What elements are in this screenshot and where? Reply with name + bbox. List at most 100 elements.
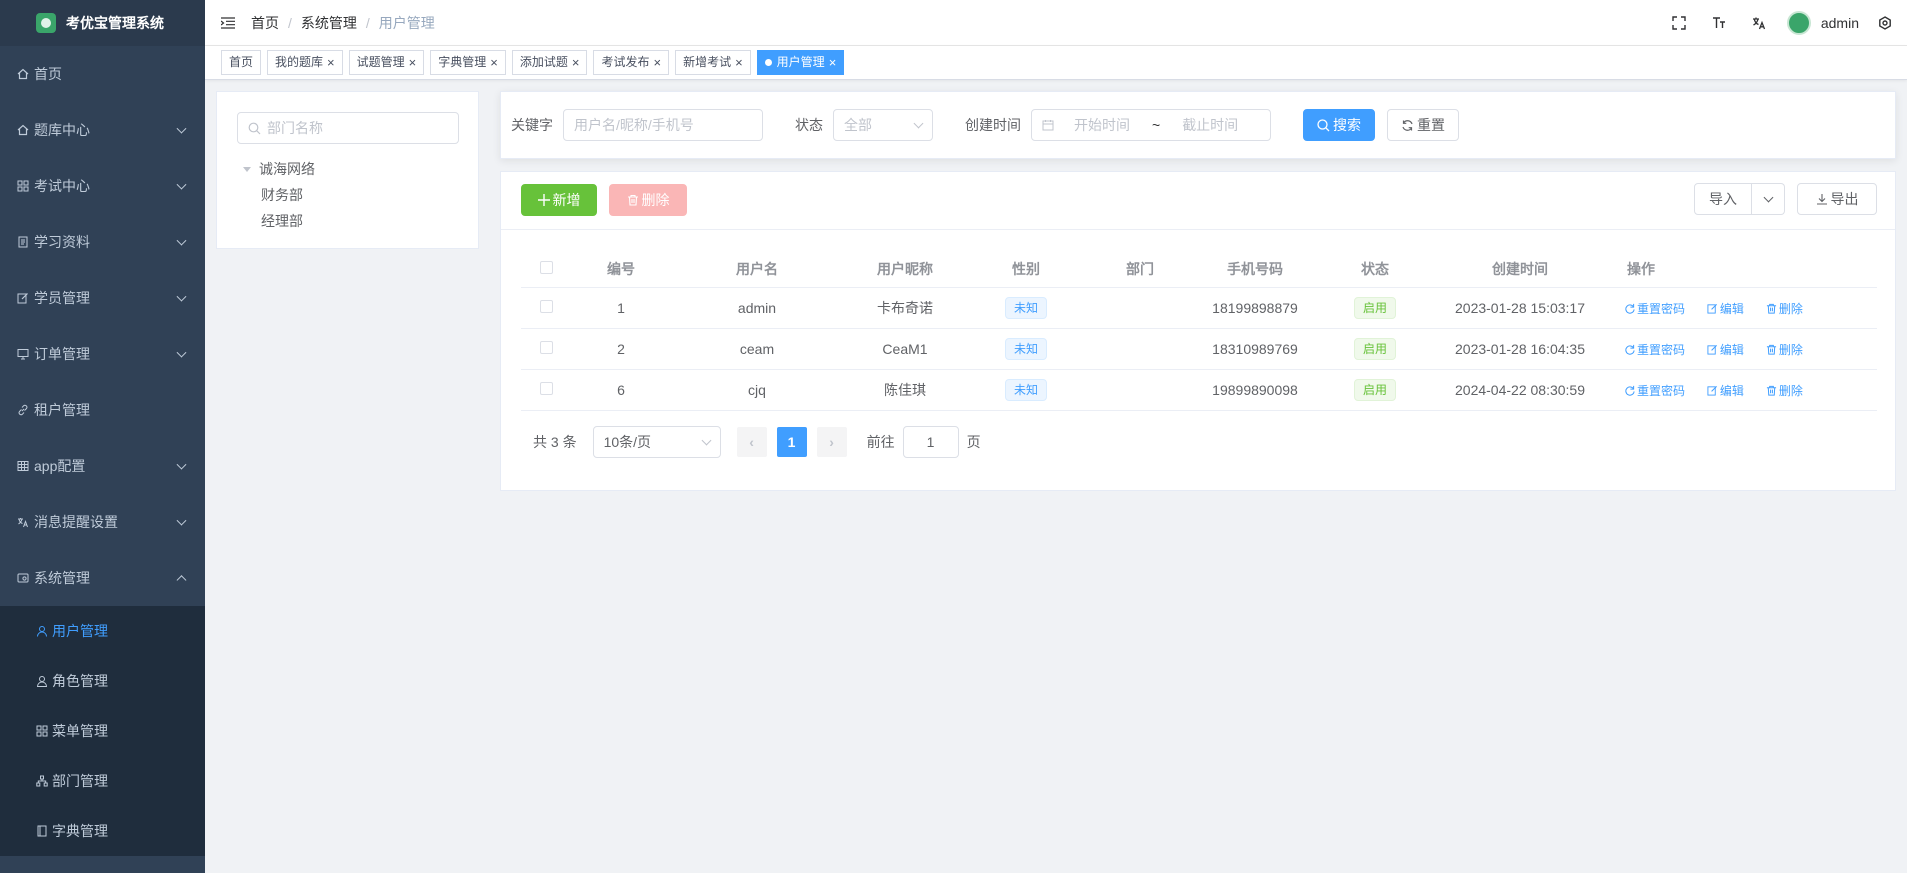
col-header-id[interactable]: 编号 — [571, 259, 671, 279]
page-size-select[interactable]: 10条/页 — [592, 426, 721, 458]
tags-view: 首页 我的题库 × 试题管理 × 字典管理 × 添加试题 × 考试发布 × 新增考试 × 用… — [205, 46, 1907, 80]
monitor-icon — [16, 347, 30, 361]
sidebar-item-exam-center[interactable]: 考试中心 — [0, 158, 205, 214]
chevron-down-icon — [176, 179, 187, 190]
select-all-checkbox[interactable] — [539, 260, 553, 274]
col-header-dept[interactable]: 部门 — [1085, 259, 1195, 279]
language-icon[interactable] — [1739, 0, 1779, 46]
table-row: 6 cjq 陈佳琪 未知 19899890098 启用 2024-04-22 0… — [521, 370, 1877, 411]
goto-page-field[interactable]: 1 — [902, 426, 959, 458]
chevron-down-icon — [176, 123, 187, 134]
breadcrumb-system[interactable]: 系统管理 — [301, 13, 357, 33]
tag-user-mgmt[interactable]: 用户管理 × — [756, 50, 845, 75]
caret-down-icon[interactable] — [243, 166, 251, 172]
start-date-placeholder[interactable]: 开始时间 — [1066, 115, 1138, 135]
goto-page-input[interactable]: 1 — [927, 434, 935, 450]
delete-link[interactable]: 删除 — [1766, 341, 1803, 358]
sidebar-item-tenants[interactable]: 租户管理 — [0, 382, 205, 438]
sidebar-item-label: 题库中心 — [34, 122, 90, 138]
reset-password-label: 重置密码 — [1637, 301, 1686, 316]
close-icon[interactable]: × — [572, 51, 580, 74]
sidebar-item-home[interactable]: 首页 — [0, 46, 205, 102]
col-header-created[interactable]: 创建时间 — [1435, 259, 1605, 279]
export-button-label: 导出 — [1830, 191, 1859, 207]
font-size-icon[interactable] — [1699, 0, 1739, 46]
prev-page-button[interactable]: ‹ — [736, 427, 767, 457]
close-icon[interactable]: × — [735, 51, 743, 74]
next-page-button[interactable]: › — [816, 427, 847, 457]
row-checkbox[interactable] — [539, 300, 553, 313]
col-header-phone[interactable]: 手机号码 — [1195, 259, 1315, 279]
sidebar-item-menu-management[interactable]: 菜单管理 — [0, 706, 205, 756]
sidebar-item-role-management[interactable]: 角色管理 — [0, 656, 205, 706]
refresh-icon — [1401, 119, 1414, 132]
sidebar-item-orders[interactable]: 订单管理 — [0, 326, 205, 382]
sidebar-item-system[interactable]: 系统管理 — [0, 550, 205, 606]
username[interactable]: admin — [1821, 15, 1859, 31]
sidebar-item-app-config[interactable]: app配置 — [0, 438, 205, 494]
delete-link[interactable]: 删除 — [1766, 300, 1803, 317]
keyword-input[interactable] — [574, 117, 752, 133]
hamburger-icon[interactable] — [221, 16, 237, 29]
breadcrumb-home[interactable]: 首页 — [251, 13, 279, 33]
edit-link[interactable]: 编辑 — [1707, 341, 1744, 358]
sidebar-item-question-bank[interactable]: 题库中心 — [0, 102, 205, 158]
edit-link[interactable]: 编辑 — [1707, 382, 1744, 399]
sidebar-item-students[interactable]: 学员管理 — [0, 270, 205, 326]
reset-password-link[interactable]: 重置密码 — [1624, 300, 1685, 317]
sidebar-item-user-management[interactable]: 用户管理 — [0, 606, 205, 656]
delete-link[interactable]: 删除 — [1766, 382, 1803, 399]
edit-label: 编辑 — [1719, 342, 1744, 357]
reset-password-link[interactable]: 重置密码 — [1624, 382, 1685, 399]
tag-label: 用户管理 — [776, 55, 825, 69]
col-header-nickname[interactable]: 用户昵称 — [843, 259, 967, 279]
import-dropdown-toggle[interactable] — [1752, 183, 1785, 215]
date-range-picker[interactable]: 开始时间 ~ 截止时间 — [1031, 109, 1271, 141]
reset-password-link[interactable]: 重置密码 — [1624, 341, 1685, 358]
page-number[interactable]: 1 — [776, 427, 807, 457]
col-header-username[interactable]: 用户名 — [671, 259, 843, 279]
tag-dict-mgmt[interactable]: 字典管理 × — [430, 50, 506, 75]
tag-home[interactable]: 首页 — [221, 50, 262, 75]
app-logo[interactable]: 考优宝管理系统 — [0, 0, 205, 46]
close-icon[interactable]: × — [653, 51, 661, 74]
tag-exam-publish[interactable]: 考试发布 × — [593, 50, 670, 75]
col-header-status[interactable]: 状态 — [1315, 259, 1435, 279]
close-icon[interactable]: × — [327, 51, 335, 74]
dept-search-input[interactable] — [267, 120, 447, 136]
reset-button[interactable]: 重置 — [1387, 109, 1459, 141]
sidebar-item-study-materials[interactable]: 学习资料 — [0, 214, 205, 270]
edit-link[interactable]: 编辑 — [1707, 300, 1744, 317]
avatar[interactable] — [1786, 10, 1811, 35]
close-icon[interactable]: × — [829, 51, 837, 74]
gender-badge: 未知 — [1004, 297, 1047, 319]
delete-button-label: 删除 — [641, 192, 670, 208]
close-icon[interactable]: × — [409, 51, 417, 74]
search-button[interactable]: 搜索 — [1303, 109, 1375, 141]
end-date-placeholder[interactable]: 截止时间 — [1174, 115, 1246, 135]
tree-node-finance[interactable]: 财务部 — [243, 182, 315, 208]
delete-button[interactable]: 删除 — [609, 184, 687, 216]
tag-question-mgmt[interactable]: 试题管理 × — [348, 50, 425, 75]
tree-node-root[interactable]: 诚海网络 — [243, 156, 315, 182]
close-icon[interactable]: × — [490, 51, 498, 74]
fullscreen-icon[interactable] — [1659, 0, 1699, 46]
tag-new-exam[interactable]: 新增考试 × — [675, 50, 751, 75]
tag-add-question[interactable]: 添加试题 × — [511, 50, 588, 75]
tree-node-manager[interactable]: 经理部 — [243, 208, 315, 234]
sidebar-item-message-settings[interactable]: 消息提醒设置 — [0, 494, 205, 550]
add-button[interactable]: 新增 — [521, 184, 597, 216]
sidebar-item-dict-management[interactable]: 字典管理 — [0, 806, 205, 856]
col-header-gender[interactable]: 性别 — [967, 259, 1085, 279]
delete-label: 删除 — [1778, 301, 1803, 316]
dept-search-field[interactable] — [237, 112, 459, 144]
export-button[interactable]: 导出 — [1797, 183, 1877, 215]
row-checkbox[interactable] — [539, 341, 553, 354]
keyword-field[interactable] — [563, 109, 763, 141]
tag-my-bank[interactable]: 我的题库 × — [267, 50, 343, 75]
import-button[interactable]: 导入 — [1694, 183, 1752, 215]
row-checkbox[interactable] — [539, 382, 553, 395]
status-select[interactable]: 全部 — [833, 109, 933, 141]
sidebar-item-dept-management[interactable]: 部门管理 — [0, 756, 205, 806]
settings-icon[interactable] — [1873, 0, 1897, 46]
